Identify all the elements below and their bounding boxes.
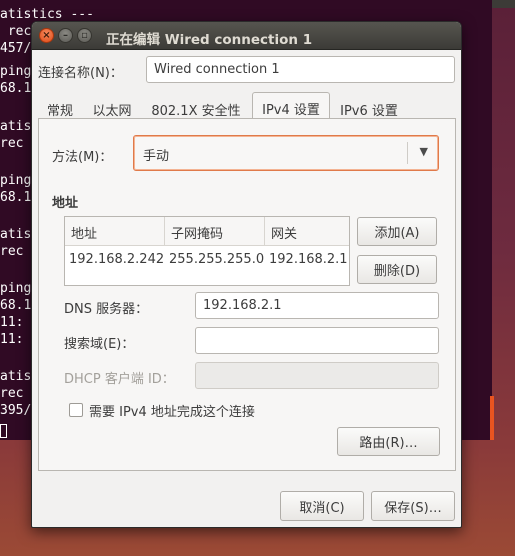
tab-general[interactable]: 常规	[38, 95, 82, 119]
cell-gateway[interactable]: 192.168.2.1	[269, 252, 348, 267]
cell-address[interactable]: 192.168.2.242	[69, 252, 164, 267]
routes-button[interactable]: 路由(R)…	[337, 427, 440, 456]
terminal-scrollbar[interactable]	[492, 0, 515, 8]
address-table-header: 地址 子网掩码 网关	[65, 217, 349, 246]
tab-ipv4-settings[interactable]: IPv4 设置	[252, 92, 330, 119]
terminal-line: 68.1	[0, 190, 32, 205]
column-header-gateway[interactable]: 网关	[265, 217, 351, 246]
terminal-line: 395/	[0, 403, 32, 418]
dhcp-client-id-label: DHCP 客户端 ID：	[64, 372, 175, 387]
column-header-netmask[interactable]: 子网掩码	[165, 217, 265, 246]
title-bar[interactable]: × – ▫ 正在编辑 Wired connection 1	[32, 22, 461, 50]
address-table[interactable]: 地址 子网掩码 网关 192.168.2.242 255.255.255.0 1…	[64, 216, 350, 286]
tab-8021x-security[interactable]: 802.1X 安全性	[142, 95, 250, 119]
terminal-line: 457/	[0, 41, 32, 56]
edit-connection-dialog: × – ▫ 正在编辑 Wired connection 1 连接名称(N)： 常…	[31, 21, 462, 528]
terminal-line: rec	[0, 136, 24, 151]
cell-netmask[interactable]: 255.255.255.0	[169, 252, 264, 267]
method-dropdown[interactable]: 手动 ▼	[133, 135, 439, 171]
dhcp-client-id-input	[195, 362, 439, 389]
terminal-line: rec	[0, 244, 24, 259]
terminal-line: 11:	[0, 332, 24, 347]
terminal-line: ping	[0, 281, 32, 296]
maximize-icon[interactable]: ▫	[77, 28, 92, 43]
cancel-button[interactable]: 取消(C)	[280, 491, 364, 521]
terminal-line: atis	[0, 119, 32, 134]
minimize-icon[interactable]: –	[58, 28, 73, 43]
require-ipv4-label[interactable]: 需要 IPv4 地址完成这个连接	[89, 401, 255, 420]
terminal-line: atis	[0, 227, 32, 242]
delete-address-button[interactable]: 删除(D)	[357, 255, 437, 284]
method-label: 方法(M)：	[52, 150, 113, 165]
connection-name-label: 连接名称(N)：	[38, 66, 123, 81]
chevron-down-icon: ▼	[419, 145, 428, 158]
terminal-line: 68.1	[0, 81, 32, 96]
dns-server-input[interactable]	[195, 292, 439, 319]
column-header-address[interactable]: 地址	[65, 217, 165, 246]
terminal-line: ping	[0, 64, 32, 79]
terminal-line: ping	[0, 173, 32, 188]
window-title: 正在编辑 Wired connection 1	[106, 32, 313, 48]
tab-ipv6-settings[interactable]: IPv6 设置	[332, 95, 406, 119]
search-domain-label: 搜索域(E)：	[64, 337, 135, 352]
terminal-line: 11:	[0, 315, 24, 330]
connection-name-input[interactable]	[146, 56, 455, 83]
dns-server-label: DNS 服务器：	[64, 302, 149, 317]
terminal-line: rec	[0, 24, 32, 39]
address-heading: 地址	[52, 196, 79, 211]
terminal-line: rec	[0, 386, 24, 401]
terminal-line: atis	[0, 369, 32, 384]
terminal-cursor	[0, 424, 7, 438]
add-address-button[interactable]: 添加(A)	[357, 217, 437, 246]
save-button[interactable]: 保存(S)…	[371, 491, 455, 521]
tab-ethernet[interactable]: 以太网	[82, 95, 142, 119]
terminal-line: 68.1	[0, 298, 32, 313]
method-value: 手动	[143, 149, 170, 164]
require-ipv4-checkbox[interactable]	[69, 403, 83, 417]
search-domain-input[interactable]	[195, 327, 439, 354]
dropdown-separator	[407, 142, 408, 164]
terminal-scroll-indicator	[490, 396, 494, 440]
close-icon[interactable]: ×	[39, 28, 54, 43]
